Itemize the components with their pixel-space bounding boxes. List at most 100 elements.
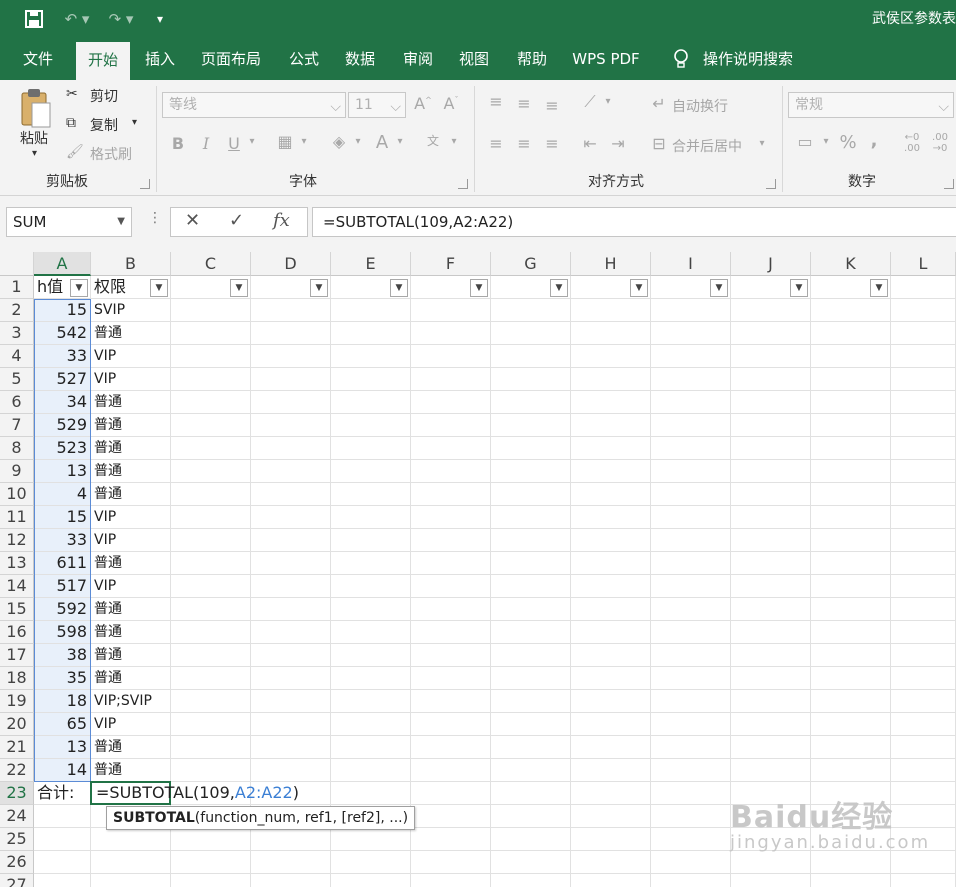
- row-header-20[interactable]: 20: [0, 713, 34, 736]
- grid-cell[interactable]: [491, 736, 571, 759]
- grid-cell[interactable]: [251, 851, 331, 874]
- lightbulb-icon[interactable]: [666, 38, 696, 80]
- grid-cell[interactable]: [331, 391, 411, 414]
- font-color-dropdown-icon[interactable]: ▾: [394, 136, 406, 147]
- undo-icon[interactable]: ↶ ▾: [60, 8, 94, 30]
- column-header-k[interactable]: K: [811, 252, 891, 276]
- row-header-6[interactable]: 6: [0, 391, 34, 414]
- grid-cell[interactable]: [891, 552, 956, 575]
- cancel-icon[interactable]: ✕: [185, 210, 200, 231]
- filter-dropdown-icon[interactable]: ▼: [390, 279, 408, 297]
- grid-cell[interactable]: [491, 483, 571, 506]
- tab-formulas[interactable]: 公式: [280, 38, 328, 80]
- number-format-combo[interactable]: 常规 ⌵: [788, 92, 954, 118]
- grid-cell[interactable]: [731, 621, 811, 644]
- function-tooltip[interactable]: SUBTOTAL(function_num, ref1, [ref2], ...…: [106, 806, 416, 830]
- column-header-h[interactable]: H: [571, 252, 651, 276]
- grid-cell[interactable]: [331, 322, 411, 345]
- row-header-9[interactable]: 9: [0, 460, 34, 483]
- grid-cell[interactable]: [331, 874, 411, 887]
- filter-dropdown-icon[interactable]: ▼: [710, 279, 728, 297]
- grid-cell[interactable]: [651, 575, 731, 598]
- currency-icon[interactable]: ▭: [792, 132, 818, 151]
- grid-cell[interactable]: [331, 460, 411, 483]
- grid-cell[interactable]: [811, 368, 891, 391]
- tab-home[interactable]: 开始: [76, 42, 130, 80]
- grid-cell[interactable]: [331, 529, 411, 552]
- grid-cell[interactable]: [491, 644, 571, 667]
- grid-cell[interactable]: [331, 437, 411, 460]
- fill-color-dropdown-icon[interactable]: ▾: [352, 136, 364, 147]
- grid-cell[interactable]: [731, 874, 811, 887]
- comma-button[interactable]: ,: [866, 130, 882, 151]
- data-cell-b[interactable]: VIP: [91, 713, 171, 736]
- font-name-combo[interactable]: 等线 ⌵: [162, 92, 346, 118]
- align-bottom-icon[interactable]: ≡: [540, 96, 564, 115]
- font-launcher-icon[interactable]: [458, 179, 468, 189]
- grid-cell[interactable]: [811, 483, 891, 506]
- data-cell-b[interactable]: VIP: [91, 506, 171, 529]
- row-header-24[interactable]: 24: [0, 805, 34, 828]
- grid-cell[interactable]: [411, 299, 491, 322]
- grid-cell[interactable]: [411, 736, 491, 759]
- grid-cell[interactable]: [891, 690, 956, 713]
- grid-cell[interactable]: [331, 851, 411, 874]
- grid-cell[interactable]: [171, 713, 251, 736]
- copy-dropdown-icon[interactable]: ▾: [132, 117, 137, 128]
- grid-cell[interactable]: [571, 828, 651, 851]
- row-header-16[interactable]: 16: [0, 621, 34, 644]
- grid-cell[interactable]: [571, 598, 651, 621]
- grid-cell[interactable]: [411, 391, 491, 414]
- grid-cell[interactable]: [891, 276, 956, 299]
- grid-cell[interactable]: [731, 345, 811, 368]
- grid-cell[interactable]: [251, 322, 331, 345]
- tab-page-layout[interactable]: 页面布局: [194, 38, 268, 80]
- grid-cell[interactable]: [331, 690, 411, 713]
- data-cell-b[interactable]: VIP: [91, 575, 171, 598]
- row-header-2[interactable]: 2: [0, 299, 34, 322]
- grid-cell[interactable]: [251, 460, 331, 483]
- grid-cell[interactable]: [411, 598, 491, 621]
- grid-cell[interactable]: [651, 805, 731, 828]
- paste-button[interactable]: 粘贴: [20, 128, 48, 148]
- grid-cell[interactable]: [491, 621, 571, 644]
- grid-cell[interactable]: [891, 460, 956, 483]
- data-cell-a[interactable]: 15: [34, 506, 91, 529]
- phonetic-dropdown-icon[interactable]: ▾: [448, 136, 460, 147]
- data-cell-a[interactable]: 523: [34, 437, 91, 460]
- data-cell-a[interactable]: 542: [34, 322, 91, 345]
- grid-cell[interactable]: [331, 414, 411, 437]
- data-cell-b[interactable]: 普通: [91, 460, 171, 483]
- grid-cell[interactable]: [34, 851, 91, 874]
- row-header-21[interactable]: 21: [0, 736, 34, 759]
- grid-cell[interactable]: [331, 759, 411, 782]
- grid-cell[interactable]: [411, 805, 491, 828]
- grid-cell[interactable]: [331, 345, 411, 368]
- column-header-c[interactable]: C: [171, 252, 251, 276]
- font-size-combo[interactable]: 11 ⌵: [348, 92, 406, 118]
- column-header-b[interactable]: B: [91, 252, 171, 276]
- grid-cell[interactable]: [811, 529, 891, 552]
- grid-cell[interactable]: [251, 506, 331, 529]
- grid-cell[interactable]: [651, 621, 731, 644]
- grid-cell[interactable]: [491, 598, 571, 621]
- grid-cell[interactable]: [251, 644, 331, 667]
- grid-cell[interactable]: [651, 506, 731, 529]
- clipboard-launcher-icon[interactable]: [140, 179, 150, 189]
- grid-cell[interactable]: [331, 644, 411, 667]
- grid-cell[interactable]: [651, 736, 731, 759]
- grid-cell[interactable]: [731, 437, 811, 460]
- filter-dropdown-icon[interactable]: ▼: [230, 279, 248, 297]
- grid-cell[interactable]: [731, 736, 811, 759]
- paste-icon[interactable]: [18, 86, 54, 132]
- percent-button[interactable]: %: [838, 132, 858, 153]
- grid-cell[interactable]: [491, 322, 571, 345]
- row-header-19[interactable]: 19: [0, 690, 34, 713]
- grid-cell[interactable]: [811, 713, 891, 736]
- grid-cell[interactable]: [891, 644, 956, 667]
- tab-help[interactable]: 帮助: [508, 38, 556, 80]
- grid-cell[interactable]: [891, 575, 956, 598]
- grid-cell[interactable]: [491, 299, 571, 322]
- paste-dropdown-icon[interactable]: ▾: [32, 148, 37, 159]
- grid-cell[interactable]: [731, 391, 811, 414]
